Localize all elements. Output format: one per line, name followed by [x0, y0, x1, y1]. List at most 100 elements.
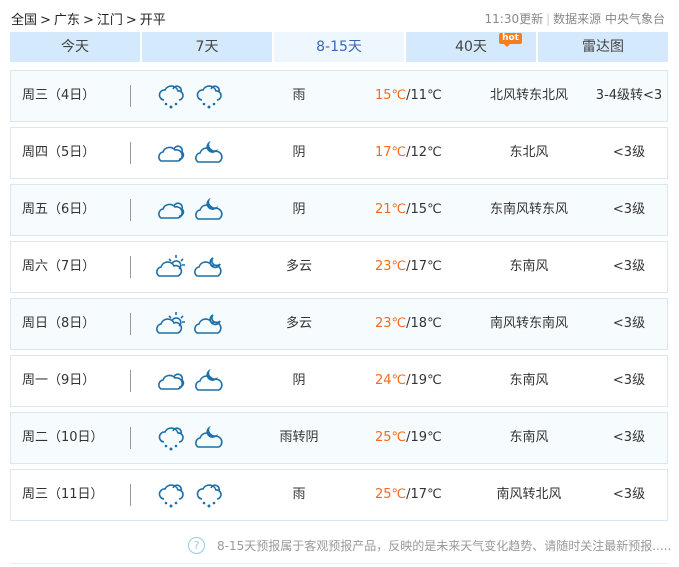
- date: 周五（6日）: [22, 202, 96, 217]
- weather-icons: [156, 424, 224, 452]
- high-temp: 23℃: [375, 316, 407, 331]
- divider: [130, 256, 131, 278]
- date: 周三（11日）: [22, 487, 104, 502]
- wind-level: <3级: [612, 430, 646, 445]
- low-temp: /19℃: [406, 430, 442, 445]
- divider: [10, 563, 669, 564]
- cloudy-night-icon: [194, 139, 224, 167]
- wind-level: <3级: [612, 487, 646, 502]
- cloudy-night-icon: [194, 367, 224, 395]
- low-temp: /15℃: [406, 202, 442, 217]
- temperature: 15℃/11℃: [375, 71, 442, 121]
- temperature: 21℃/15℃: [375, 185, 442, 235]
- tab-2[interactable]: 8-15天: [274, 32, 404, 62]
- weather-desc: 多云: [285, 259, 312, 274]
- forecast-row: 周二（10日） 雨转阴 25℃/19℃ 东南风 <3级: [10, 412, 668, 464]
- divider: [130, 313, 131, 335]
- wind-level: 3-4级转<3: [595, 88, 663, 103]
- tab-label: 8-15天: [316, 39, 362, 55]
- tab-0[interactable]: 今天: [10, 32, 140, 62]
- breadcrumb-sep: >: [82, 13, 94, 28]
- divider: [130, 199, 131, 221]
- tab-label: 7天: [195, 39, 219, 55]
- tab-1[interactable]: 7天: [142, 32, 272, 62]
- rain-icon: [156, 82, 186, 110]
- partly-cloudy-day-icon: [156, 253, 186, 281]
- breadcrumb-county: 开平: [139, 13, 166, 28]
- partly-cloudy-night-icon: [194, 310, 224, 338]
- overcast-icon: [156, 367, 186, 395]
- low-temp: /18℃: [406, 316, 442, 331]
- temperature: 23℃/18℃: [375, 299, 442, 349]
- forecast-row: 周四（5日） 阴 17℃/12℃ 东北风 <3级: [10, 127, 668, 179]
- divider: [130, 427, 131, 449]
- forecast-row: 周三（11日） 雨 25℃/17℃ 南风转北风 <3级: [10, 469, 668, 521]
- high-temp: 25℃: [375, 430, 407, 445]
- rain-icon: [194, 481, 224, 509]
- low-temp: /12℃: [406, 145, 442, 160]
- rain-icon: [156, 424, 186, 452]
- weather-icons: [156, 253, 224, 281]
- footer-note: ? 8-15天预报属于客观预报产品，反映的是未来天气变化趋势、请随时关注最新预报.…: [188, 537, 671, 554]
- temperature: 25℃/19℃: [375, 413, 442, 463]
- weather-desc: 雨: [292, 88, 306, 103]
- breadcrumb: 全国 > 广东 > 江门 > 开平: [11, 9, 169, 28]
- partly-cloudy-day-icon: [156, 310, 186, 338]
- weather-icons: [156, 196, 224, 224]
- rain-icon: [156, 481, 186, 509]
- wind-level: <3级: [612, 145, 646, 160]
- wind-direction: 东北风: [509, 145, 549, 160]
- divider: |: [546, 12, 551, 26]
- update-time: 11:30更新: [484, 12, 544, 26]
- wind-direction: 南风转东南风: [489, 316, 568, 331]
- low-temp: /17℃: [406, 259, 442, 274]
- breadcrumb-sep: >: [40, 13, 51, 28]
- breadcrumb-province[interactable]: 广东: [54, 13, 80, 28]
- forecast-row: 周五（6日） 阴 21℃/15℃ 东南风转东风 <3级: [10, 184, 668, 236]
- cloudy-night-icon: [194, 424, 224, 452]
- high-temp: 21℃: [375, 202, 407, 217]
- date: 周日（8日）: [22, 316, 96, 331]
- weather-icons: [156, 310, 224, 338]
- wind-direction: 南风转北风: [496, 487, 562, 502]
- data-source: 数据来源 中央气象台: [553, 12, 665, 26]
- wind-direction: 东南风: [509, 430, 549, 445]
- weather-icons: [156, 82, 224, 110]
- wind-direction: 北风转东北风: [489, 88, 568, 103]
- low-temp: /19℃: [406, 373, 442, 388]
- breadcrumb-country[interactable]: 全国: [11, 13, 37, 28]
- tab-4[interactable]: 雷达图: [538, 32, 668, 62]
- weather-desc: 雨: [292, 487, 306, 502]
- wind-level: <3级: [612, 202, 646, 217]
- breadcrumb-city[interactable]: 江门: [97, 13, 123, 28]
- cloudy-night-icon: [194, 196, 224, 224]
- temperature: 17℃/12℃: [375, 128, 442, 178]
- forecast-list: 周三（4日） 雨 15℃/11℃ 北风转东北风 3-4级转<3 周四（5日） 阴 …: [10, 70, 668, 526]
- divider: [130, 142, 131, 164]
- weather-icons: [156, 367, 224, 395]
- help-icon[interactable]: ?: [188, 537, 205, 554]
- forecast-tabs: 今天 7天 8-15天 40天 hot 雷达图: [10, 32, 668, 62]
- hot-badge: hot: [499, 33, 522, 47]
- tab-3[interactable]: 40天 hot: [406, 32, 536, 62]
- weather-desc: 阴: [292, 202, 306, 217]
- temperature: 25℃/17℃: [375, 470, 442, 520]
- tab-label: 雷达图: [582, 39, 624, 55]
- date: 周四（5日）: [22, 145, 96, 160]
- partly-cloudy-night-icon: [194, 253, 224, 281]
- date: 周二（10日）: [22, 430, 104, 445]
- wind-level: <3级: [612, 259, 646, 274]
- weather-desc: 雨转阴: [279, 430, 319, 445]
- low-temp: /11℃: [406, 88, 442, 103]
- high-temp: 15℃: [375, 88, 407, 103]
- temperature: 23℃/17℃: [375, 242, 442, 292]
- date: 周一（9日）: [22, 373, 96, 388]
- weather-icons: [156, 481, 224, 509]
- rain-icon: [194, 82, 224, 110]
- divider: [130, 484, 131, 506]
- tab-label: 今天: [61, 39, 89, 55]
- update-info: 11:30更新 | 数据来源 中央气象台: [485, 10, 665, 27]
- date: 周三（4日）: [22, 88, 96, 103]
- divider: [130, 370, 131, 392]
- wind-direction: 东南风转东风: [489, 202, 568, 217]
